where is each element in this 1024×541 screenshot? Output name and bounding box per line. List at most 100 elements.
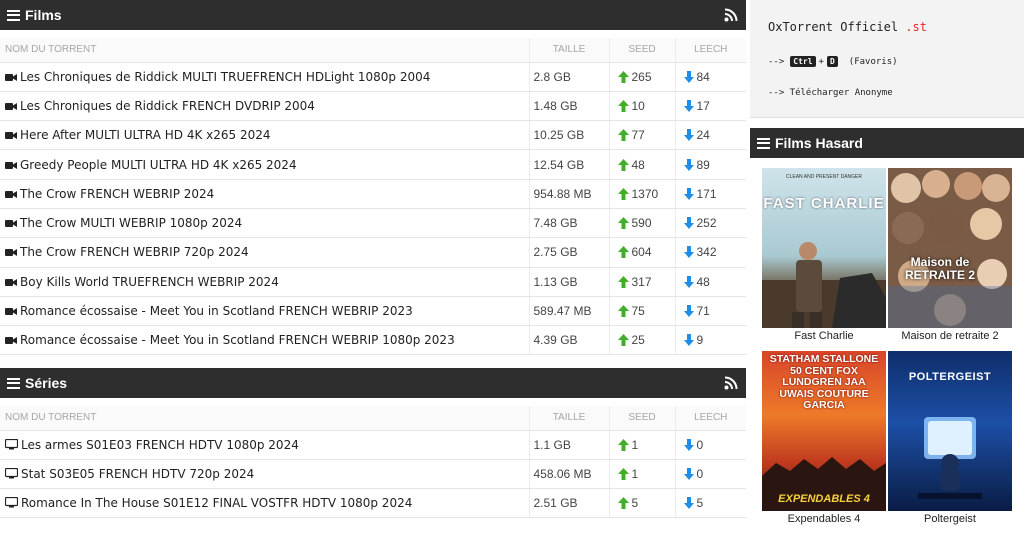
poster-caption[interactable]: Poltergeist: [888, 513, 1012, 525]
torrent-row[interactable]: Les armes S01E03 FRENCH HDTV 1080p 2024 1…: [0, 430, 746, 460]
poster-card-expendables-4[interactable]: STATHAM STALLONE 50 CENT FOX LUNDGREN JA…: [762, 351, 886, 525]
torrent-seed-cell: 590: [608, 208, 675, 239]
leech-arrow-down-icon: [683, 497, 694, 510]
torrent-name-cell[interactable]: Boy Kills World TRUEFRENCH WEBRIP 2024: [0, 267, 529, 297]
torrent-row[interactable]: Romance écossaise - Meet You in Scotland…: [0, 325, 746, 356]
torrent-leech-cell: 71: [674, 296, 746, 327]
torrent-name-cell[interactable]: The Crow FRENCH WEBRIP 2024: [0, 179, 529, 209]
poster-image[interactable]: CLEAN AND PRESENT DANGER FAST CHARLIE: [762, 168, 886, 328]
torrent-name-link[interactable]: Romance écossaise - Meet You in Scotland…: [20, 304, 413, 318]
torrent-row[interactable]: The Crow MULTI WEBRIP 1080p 2024 7.48 GB 5…: [0, 208, 746, 239]
torrent-size: 1.48 GB: [533, 98, 578, 113]
poster-image[interactable]: STATHAM STALLONE 50 CENT FOX LUNDGREN JA…: [762, 351, 886, 511]
torrent-name-link[interactable]: Les Chroniques de Riddick FRENCH DVDRIP …: [20, 99, 315, 113]
torrent-size: 2.75 GB: [533, 245, 578, 260]
films-hasard-title: Films Hasard: [775, 135, 863, 151]
seed-arrow-up-icon: [617, 334, 629, 347]
torrent-seed-count: 25: [631, 333, 645, 348]
torrent-name-link[interactable]: The Crow FRENCH WEBRIP 2024: [20, 187, 214, 201]
poster-caption[interactable]: Fast Charlie: [762, 330, 886, 342]
plus-text: +: [818, 56, 824, 67]
torrent-name-cell[interactable]: Les armes S01E03 FRENCH HDTV 1080p 2024: [0, 430, 529, 460]
torrent-name-link[interactable]: Romance In The House S01E12 FINAL VOSTFR…: [21, 496, 412, 510]
torrent-name-cell[interactable]: Romance écossaise - Meet You in Scotland…: [0, 296, 529, 327]
favoris-text: (Favoris): [848, 56, 898, 67]
torrent-name-link[interactable]: Les Chroniques de Riddick MULTI TRUEFREN…: [20, 70, 430, 84]
torrent-size: 1.1 GB: [533, 437, 571, 452]
poster-card-maison-de-retraite-2[interactable]: Maison de RETRAITE 2 Maison de retraite …: [888, 168, 1012, 342]
menu-icon: [7, 377, 20, 389]
torrent-row[interactable]: Les Chroniques de Riddick MULTI TRUEFREN…: [0, 62, 746, 92]
torrent-seed-cell: 317: [608, 267, 675, 297]
sidebar: OxTorrent Officiel .st --> Ctrl + D (Fav…: [750, 0, 1024, 541]
column-leech-header: LEECH: [674, 406, 746, 431]
torrent-row[interactable]: Boy Kills World TRUEFRENCH WEBRIP 2024 1.…: [0, 267, 746, 297]
torrent-row[interactable]: Stat S03E05 FRENCH HDTV 720p 2024 458.06 …: [0, 459, 746, 490]
torrent-leech-count: 48: [696, 274, 710, 289]
torrent-name-link[interactable]: Stat S03E05 FRENCH HDTV 720p 2024: [21, 467, 254, 481]
poster-caption[interactable]: Expendables 4: [762, 513, 886, 525]
torrent-leech-cell: 0: [674, 459, 746, 490]
column-size-header: TAILLE: [528, 38, 609, 63]
torrent-seed-count: 590: [631, 216, 652, 231]
torrent-size: 1.13 GB: [533, 274, 578, 289]
torrent-row[interactable]: Here After MULTI ULTRA HD 4K x265 2024 10…: [0, 120, 746, 151]
rss-icon[interactable]: [724, 8, 738, 22]
film-camera-icon: [5, 102, 17, 110]
torrent-seed-count: 604: [631, 245, 652, 260]
monitor-icon: [5, 497, 18, 508]
torrent-seed-count: 10: [631, 98, 645, 113]
leech-arrow-down-icon: [683, 438, 694, 451]
anonymous-download-link[interactable]: --> Télécharger Anonyme: [768, 88, 893, 98]
series-table: NOM DU TORRENT TAILLE SEED LEECH Les arm…: [0, 406, 746, 519]
column-size-header: TAILLE: [528, 406, 609, 431]
torrent-name-link[interactable]: Greedy People MULTI ULTRA HD 4K x265 202…: [20, 158, 297, 172]
film-camera-icon: [5, 337, 17, 345]
torrent-size-cell: 2.51 GB: [528, 488, 609, 519]
torrent-name-cell[interactable]: Romance écossaise - Meet You in Scotland…: [0, 325, 529, 356]
torrent-row[interactable]: The Crow FRENCH WEBRIP 2024 954.88 MB 1370…: [0, 179, 746, 209]
torrent-name-cell[interactable]: Stat S03E05 FRENCH HDTV 720p 2024: [0, 459, 529, 490]
seed-arrow-up-icon: [617, 99, 629, 112]
poster-card-poltergeist[interactable]: POLTERGEIST Poltergeist: [888, 351, 1012, 525]
column-name-header: NOM DU TORRENT: [0, 38, 529, 63]
torrent-row[interactable]: Greedy People MULTI ULTRA HD 4K x265 202…: [0, 149, 746, 180]
poster-image[interactable]: Maison de RETRAITE 2: [888, 168, 1012, 328]
leech-arrow-down-icon: [683, 129, 694, 142]
torrent-name-cell[interactable]: Greedy People MULTI ULTRA HD 4K x265 202…: [0, 149, 529, 180]
torrent-name-cell[interactable]: Romance In The House S01E12 FINAL VOSTFR…: [0, 488, 529, 519]
site-title-main: OxTorrent Officiel: [768, 20, 906, 34]
torrent-name-link[interactable]: Romance écossaise - Meet You in Scotland…: [20, 333, 455, 347]
seed-arrow-up-icon: [617, 217, 629, 230]
torrent-row[interactable]: Romance In The House S01E12 FINAL VOSTFR…: [0, 488, 746, 519]
torrent-seed-cell: 265: [608, 62, 675, 92]
torrent-size-cell: 954.88 MB: [528, 179, 609, 209]
films-table-header: NOM DU TORRENT TAILLE SEED LEECH: [0, 38, 746, 63]
rss-icon[interactable]: [724, 376, 738, 390]
seed-arrow-up-icon: [617, 497, 629, 510]
menu-icon: [7, 9, 20, 21]
torrent-name-link[interactable]: Here After MULTI ULTRA HD 4K x265 2024: [20, 128, 271, 142]
torrent-name-link[interactable]: The Crow MULTI WEBRIP 1080p 2024: [20, 216, 242, 230]
torrent-seed-cell: 75: [608, 296, 675, 327]
poster-caption[interactable]: Maison de retraite 2: [888, 330, 1012, 342]
torrent-seed-count: 265: [631, 69, 652, 84]
torrent-name-link[interactable]: The Crow FRENCH WEBRIP 720p 2024: [20, 245, 249, 259]
torrent-name-link[interactable]: Les armes S01E03 FRENCH HDTV 1080p 2024: [21, 438, 299, 452]
torrent-row[interactable]: Romance écossaise - Meet You in Scotland…: [0, 296, 746, 327]
torrent-name-cell[interactable]: Les Chroniques de Riddick FRENCH DVDRIP …: [0, 91, 529, 122]
torrent-seed-count: 75: [631, 304, 645, 319]
torrent-name-cell[interactable]: The Crow FRENCH WEBRIP 720p 2024: [0, 237, 529, 268]
torrent-size-cell: 1.13 GB: [528, 267, 609, 297]
poster-image[interactable]: POLTERGEIST: [888, 351, 1012, 511]
torrent-name-cell[interactable]: Here After MULTI ULTRA HD 4K x265 2024: [0, 120, 529, 151]
poster-card-fast-charlie[interactable]: CLEAN AND PRESENT DANGER FAST CHARLIE Fa…: [762, 168, 886, 342]
torrent-leech-cell: 171: [674, 179, 746, 209]
torrent-row[interactable]: The Crow FRENCH WEBRIP 720p 2024 2.75 GB 6…: [0, 237, 746, 268]
leech-arrow-down-icon: [683, 99, 694, 112]
torrent-name-cell[interactable]: The Crow MULTI WEBRIP 1080p 2024: [0, 208, 529, 239]
torrent-row[interactable]: Les Chroniques de Riddick FRENCH DVDRIP …: [0, 91, 746, 122]
torrent-name-cell[interactable]: Les Chroniques de Riddick MULTI TRUEFREN…: [0, 62, 529, 92]
torrent-name-link[interactable]: Boy Kills World TRUEFRENCH WEBRIP 2024: [20, 275, 279, 289]
film-camera-icon: [5, 73, 17, 81]
